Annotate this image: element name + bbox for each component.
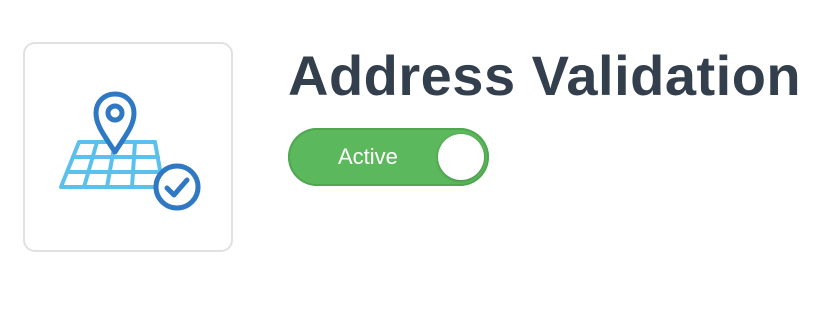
toggle-knob[interactable] bbox=[438, 134, 484, 180]
map-pin-check-icon bbox=[59, 91, 201, 211]
status-toggle-label: Active bbox=[338, 144, 398, 169]
page-title: Address Validation bbox=[288, 44, 802, 107]
integration-icon-card bbox=[23, 42, 233, 252]
status-toggle[interactable]: Active bbox=[288, 128, 489, 186]
